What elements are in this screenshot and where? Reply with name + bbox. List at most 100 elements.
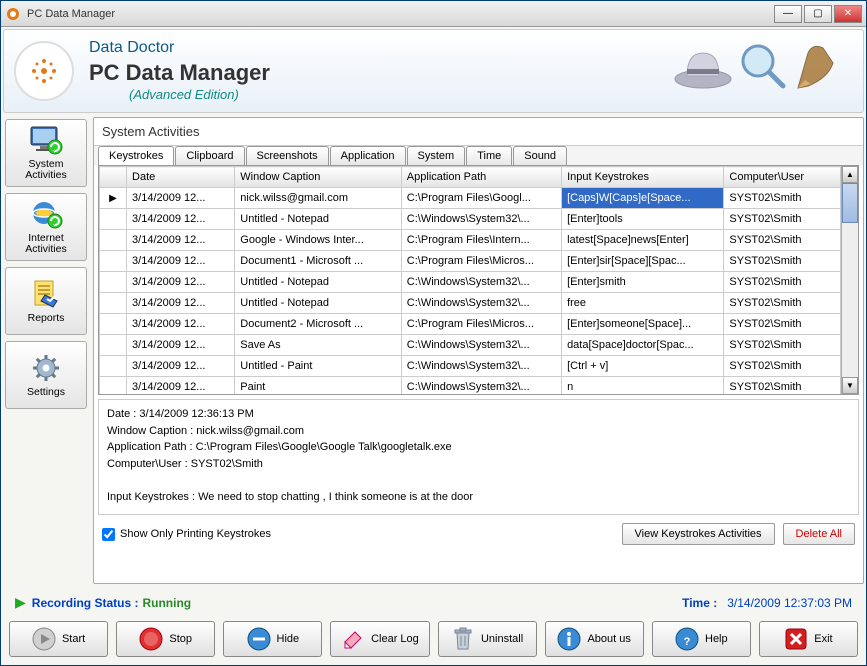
tab-sound[interactable]: Sound — [513, 146, 567, 165]
table-cell[interactable]: Google - Windows Inter... — [235, 230, 402, 251]
table-cell[interactable] — [100, 272, 127, 293]
maximize-button[interactable]: ▢ — [804, 5, 832, 23]
table-cell[interactable]: 3/14/2009 12... — [127, 356, 235, 377]
table-cell[interactable]: [Enter]someone[Space]... — [562, 314, 724, 335]
table-cell[interactable]: SYST02\Smith — [724, 356, 841, 377]
table-row[interactable]: 3/14/2009 12...Untitled - PaintC:\Window… — [100, 356, 841, 377]
show-printing-checkbox[interactable] — [102, 528, 115, 541]
table-row[interactable]: 3/14/2009 12...Untitled - NotepadC:\Wind… — [100, 272, 841, 293]
exit-button[interactable]: Exit — [759, 621, 858, 657]
table-cell[interactable] — [100, 293, 127, 314]
table-cell[interactable]: C:\Windows\System32\... — [401, 272, 561, 293]
sidebar-internet-activities[interactable]: Internet Activities — [5, 193, 87, 261]
sidebar-settings[interactable]: Settings — [5, 341, 87, 409]
table-cell[interactable]: free — [562, 293, 724, 314]
close-button[interactable]: ✕ — [834, 5, 862, 23]
table-cell[interactable]: nick.wilss@gmail.com — [235, 188, 402, 209]
help-button[interactable]: ?Help — [652, 621, 751, 657]
table-cell[interactable] — [100, 356, 127, 377]
table-row[interactable]: ▶3/14/2009 12...nick.wilss@gmail.comC:\P… — [100, 188, 841, 209]
table-cell[interactable]: SYST02\Smith — [724, 314, 841, 335]
table-cell[interactable]: 3/14/2009 12... — [127, 188, 235, 209]
table-cell[interactable]: 3/14/2009 12... — [127, 209, 235, 230]
tab-system[interactable]: System — [407, 146, 466, 165]
table-cell[interactable] — [100, 335, 127, 356]
vertical-scrollbar[interactable]: ▲ ▼ — [841, 166, 858, 394]
tab-screenshots[interactable]: Screenshots — [246, 146, 329, 165]
table-cell[interactable]: C:\Program Files\Intern... — [401, 230, 561, 251]
column-header[interactable]: Computer\User — [724, 167, 841, 188]
table-cell[interactable]: Document2 - Microsoft ... — [235, 314, 402, 335]
sidebar-reports[interactable]: Reports — [5, 267, 87, 335]
table-cell[interactable]: [Ctrl + v] — [562, 356, 724, 377]
aboutus-button[interactable]: About us — [545, 621, 644, 657]
table-row[interactable]: 3/14/2009 12...Document1 - Microsoft ...… — [100, 251, 841, 272]
table-cell[interactable]: 3/14/2009 12... — [127, 272, 235, 293]
table-cell[interactable]: [Enter]tools — [562, 209, 724, 230]
table-cell[interactable]: Paint — [235, 377, 402, 395]
table-cell[interactable] — [100, 251, 127, 272]
column-header[interactable]: Window Caption — [235, 167, 402, 188]
table-cell[interactable]: 3/14/2009 12... — [127, 335, 235, 356]
table-cell[interactable]: C:\Windows\System32\... — [401, 335, 561, 356]
table-cell[interactable]: 3/14/2009 12... — [127, 293, 235, 314]
scroll-down-button[interactable]: ▼ — [842, 377, 858, 394]
table-row[interactable]: 3/14/2009 12...Google - Windows Inter...… — [100, 230, 841, 251]
table-cell[interactable]: Document1 - Microsoft ... — [235, 251, 402, 272]
uninstall-button[interactable]: Uninstall — [438, 621, 537, 657]
table-cell[interactable]: SYST02\Smith — [724, 293, 841, 314]
table-row[interactable]: 3/14/2009 12...PaintC:\Windows\System32\… — [100, 377, 841, 395]
table-cell[interactable]: Untitled - Paint — [235, 356, 402, 377]
table-cell[interactable]: [Enter]smith — [562, 272, 724, 293]
table-row[interactable]: 3/14/2009 12...Save AsC:\Windows\System3… — [100, 335, 841, 356]
column-header[interactable] — [100, 167, 127, 188]
sidebar-system-activities[interactable]: System Activities — [5, 119, 87, 187]
table-cell[interactable]: 3/14/2009 12... — [127, 230, 235, 251]
table-cell[interactable] — [100, 314, 127, 335]
table-cell[interactable]: SYST02\Smith — [724, 188, 841, 209]
table-cell[interactable]: C:\Program Files\Micros... — [401, 314, 561, 335]
table-cell[interactable]: SYST02\Smith — [724, 230, 841, 251]
table-cell[interactable] — [100, 230, 127, 251]
table-cell[interactable]: SYST02\Smith — [724, 272, 841, 293]
scroll-thumb[interactable] — [842, 183, 858, 223]
show-printing-checkbox-wrap[interactable]: Show Only Printing Keystrokes — [102, 528, 271, 541]
view-activities-button[interactable]: View Keystrokes Activities — [622, 523, 775, 545]
table-cell[interactable] — [100, 377, 127, 395]
table-cell[interactable]: C:\Program Files\Micros... — [401, 251, 561, 272]
scroll-up-button[interactable]: ▲ — [842, 166, 858, 183]
table-cell[interactable]: Untitled - Notepad — [235, 209, 402, 230]
table-cell[interactable]: data[Space]doctor[Spac... — [562, 335, 724, 356]
table-row[interactable]: 3/14/2009 12...Document2 - Microsoft ...… — [100, 314, 841, 335]
table-cell[interactable]: 3/14/2009 12... — [127, 314, 235, 335]
table-cell[interactable]: n — [562, 377, 724, 395]
tab-keystrokes[interactable]: Keystrokes — [98, 146, 174, 165]
column-header[interactable]: Date — [127, 167, 235, 188]
table-cell[interactable]: SYST02\Smith — [724, 335, 841, 356]
table-cell[interactable]: C:\Windows\System32\... — [401, 209, 561, 230]
stop-button[interactable]: Stop — [116, 621, 215, 657]
minimize-button[interactable]: — — [774, 5, 802, 23]
table-row[interactable]: 3/14/2009 12...Untitled - NotepadC:\Wind… — [100, 209, 841, 230]
tab-time[interactable]: Time — [466, 146, 512, 165]
delete-all-button[interactable]: Delete All — [783, 523, 855, 545]
table-cell[interactable]: SYST02\Smith — [724, 377, 841, 395]
table-cell[interactable]: SYST02\Smith — [724, 251, 841, 272]
tab-application[interactable]: Application — [330, 146, 406, 165]
table-cell[interactable]: C:\Program Files\Googl... — [401, 188, 561, 209]
table-cell[interactable]: Untitled - Notepad — [235, 272, 402, 293]
table-cell[interactable]: C:\Windows\System32\... — [401, 356, 561, 377]
table-cell[interactable]: Untitled - Notepad — [235, 293, 402, 314]
table-cell[interactable]: SYST02\Smith — [724, 209, 841, 230]
hide-button[interactable]: Hide — [223, 621, 322, 657]
column-header[interactable]: Input Keystrokes — [562, 167, 724, 188]
table-cell[interactable]: C:\Windows\System32\... — [401, 293, 561, 314]
table-cell[interactable] — [100, 209, 127, 230]
scroll-track[interactable] — [842, 183, 858, 377]
table-cell[interactable]: latest[Space]news[Enter] — [562, 230, 724, 251]
table-row[interactable]: 3/14/2009 12...Untitled - NotepadC:\Wind… — [100, 293, 841, 314]
start-button[interactable]: Start — [9, 621, 108, 657]
tab-clipboard[interactable]: Clipboard — [175, 146, 244, 165]
table-cell[interactable]: [Enter]sir[Space][Spac... — [562, 251, 724, 272]
table-cell[interactable]: 3/14/2009 12... — [127, 377, 235, 395]
